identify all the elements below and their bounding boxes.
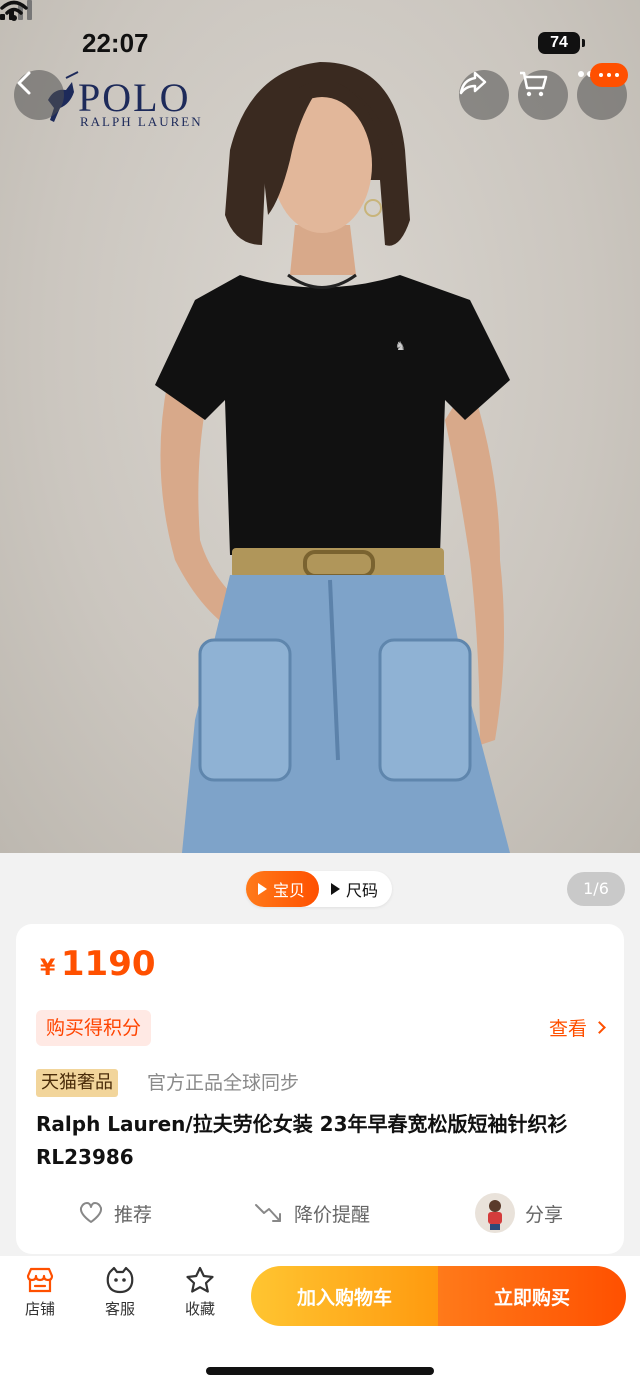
- recommend-button[interactable]: 推荐: [78, 1188, 152, 1238]
- share-label: 分享: [525, 1203, 564, 1226]
- store-button[interactable]: 店铺: [10, 1266, 70, 1319]
- home-indicator[interactable]: [206, 1367, 434, 1375]
- view-points-link[interactable]: 查看: [548, 1014, 606, 1041]
- gallery-tabs: 宝贝 尺码: [246, 871, 393, 907]
- price-alert-button[interactable]: 降价提醒: [254, 1188, 370, 1238]
- price-alert-label: 降价提醒: [294, 1203, 371, 1226]
- wifi-icon: [0, 0, 28, 21]
- trend-down-icon: [255, 1204, 281, 1222]
- avatar: [475, 1193, 515, 1233]
- share-icon: [459, 71, 487, 95]
- star-icon: [186, 1266, 214, 1293]
- avatar-illustration-icon: [488, 1200, 502, 1230]
- status-time: 22:07: [82, 28, 149, 58]
- heart-icon: [79, 1202, 103, 1223]
- battery-indicator: 74: [538, 32, 585, 54]
- service-label: 客服: [104, 1300, 135, 1318]
- status-bar: 22:07 74: [0, 0, 640, 80]
- tab-size[interactable]: 尺码: [319, 871, 392, 907]
- tmall-luxury-badge: 天猫奢品: [36, 1069, 118, 1097]
- share-button[interactable]: [459, 70, 509, 120]
- back-button[interactable]: [14, 70, 64, 120]
- price-currency: ¥: [40, 956, 56, 981]
- view-label: 查看: [548, 1018, 587, 1040]
- store-icon: [26, 1267, 54, 1293]
- product-title: Ralph Lauren/拉夫劳伦女装 23年早春宽松版短袖针织衫RL23986: [36, 1112, 568, 1169]
- official-sync-text: 官方正品全球同步: [147, 1072, 300, 1094]
- recommend-label: 推荐: [114, 1203, 153, 1226]
- svg-text:♞: ♞: [395, 339, 406, 353]
- add-to-cart-button[interactable]: 加入购物车: [251, 1266, 438, 1326]
- play-icon: [331, 883, 341, 895]
- tab-product-label: 宝贝: [273, 881, 306, 900]
- logo-subtext: RALPH LAUREN: [80, 114, 203, 129]
- brand-logo: POLO RALPH LAUREN: [40, 70, 210, 134]
- buy-now-button[interactable]: 立即购买: [438, 1266, 626, 1326]
- play-icon: [258, 883, 267, 895]
- store-label: 店铺: [24, 1300, 55, 1318]
- product-image[interactable]: ♞ 22:07 74 POLO RALPH LAUREN: [0, 0, 640, 853]
- cart-icon: [520, 71, 548, 97]
- price: ¥ 1190: [40, 944, 156, 984]
- product-info-card: ¥ 1190 购买得积分 查看 天猫奢品 官方正品全球同步 Ralph Laur…: [16, 924, 624, 1254]
- cart-button[interactable]: [518, 70, 568, 120]
- share-action-button[interactable]: 分享: [475, 1188, 563, 1238]
- tab-product[interactable]: 宝贝: [246, 871, 320, 907]
- chevron-right-icon: [593, 1021, 606, 1034]
- tab-size-label: 尺码: [346, 881, 379, 900]
- favorite-label: 收藏: [184, 1300, 215, 1318]
- points-tag: 购买得积分: [36, 1010, 152, 1046]
- customer-service-button[interactable]: 客服: [90, 1266, 150, 1319]
- service-face-icon: [106, 1266, 134, 1294]
- image-counter: 1/6: [567, 872, 625, 906]
- favorite-button[interactable]: 收藏: [170, 1266, 230, 1319]
- chevron-left-icon: [17, 71, 31, 95]
- price-value: 1190: [60, 944, 156, 984]
- product-actions: 推荐 降价提醒 分享: [16, 1188, 624, 1238]
- message-badge[interactable]: [590, 63, 628, 87]
